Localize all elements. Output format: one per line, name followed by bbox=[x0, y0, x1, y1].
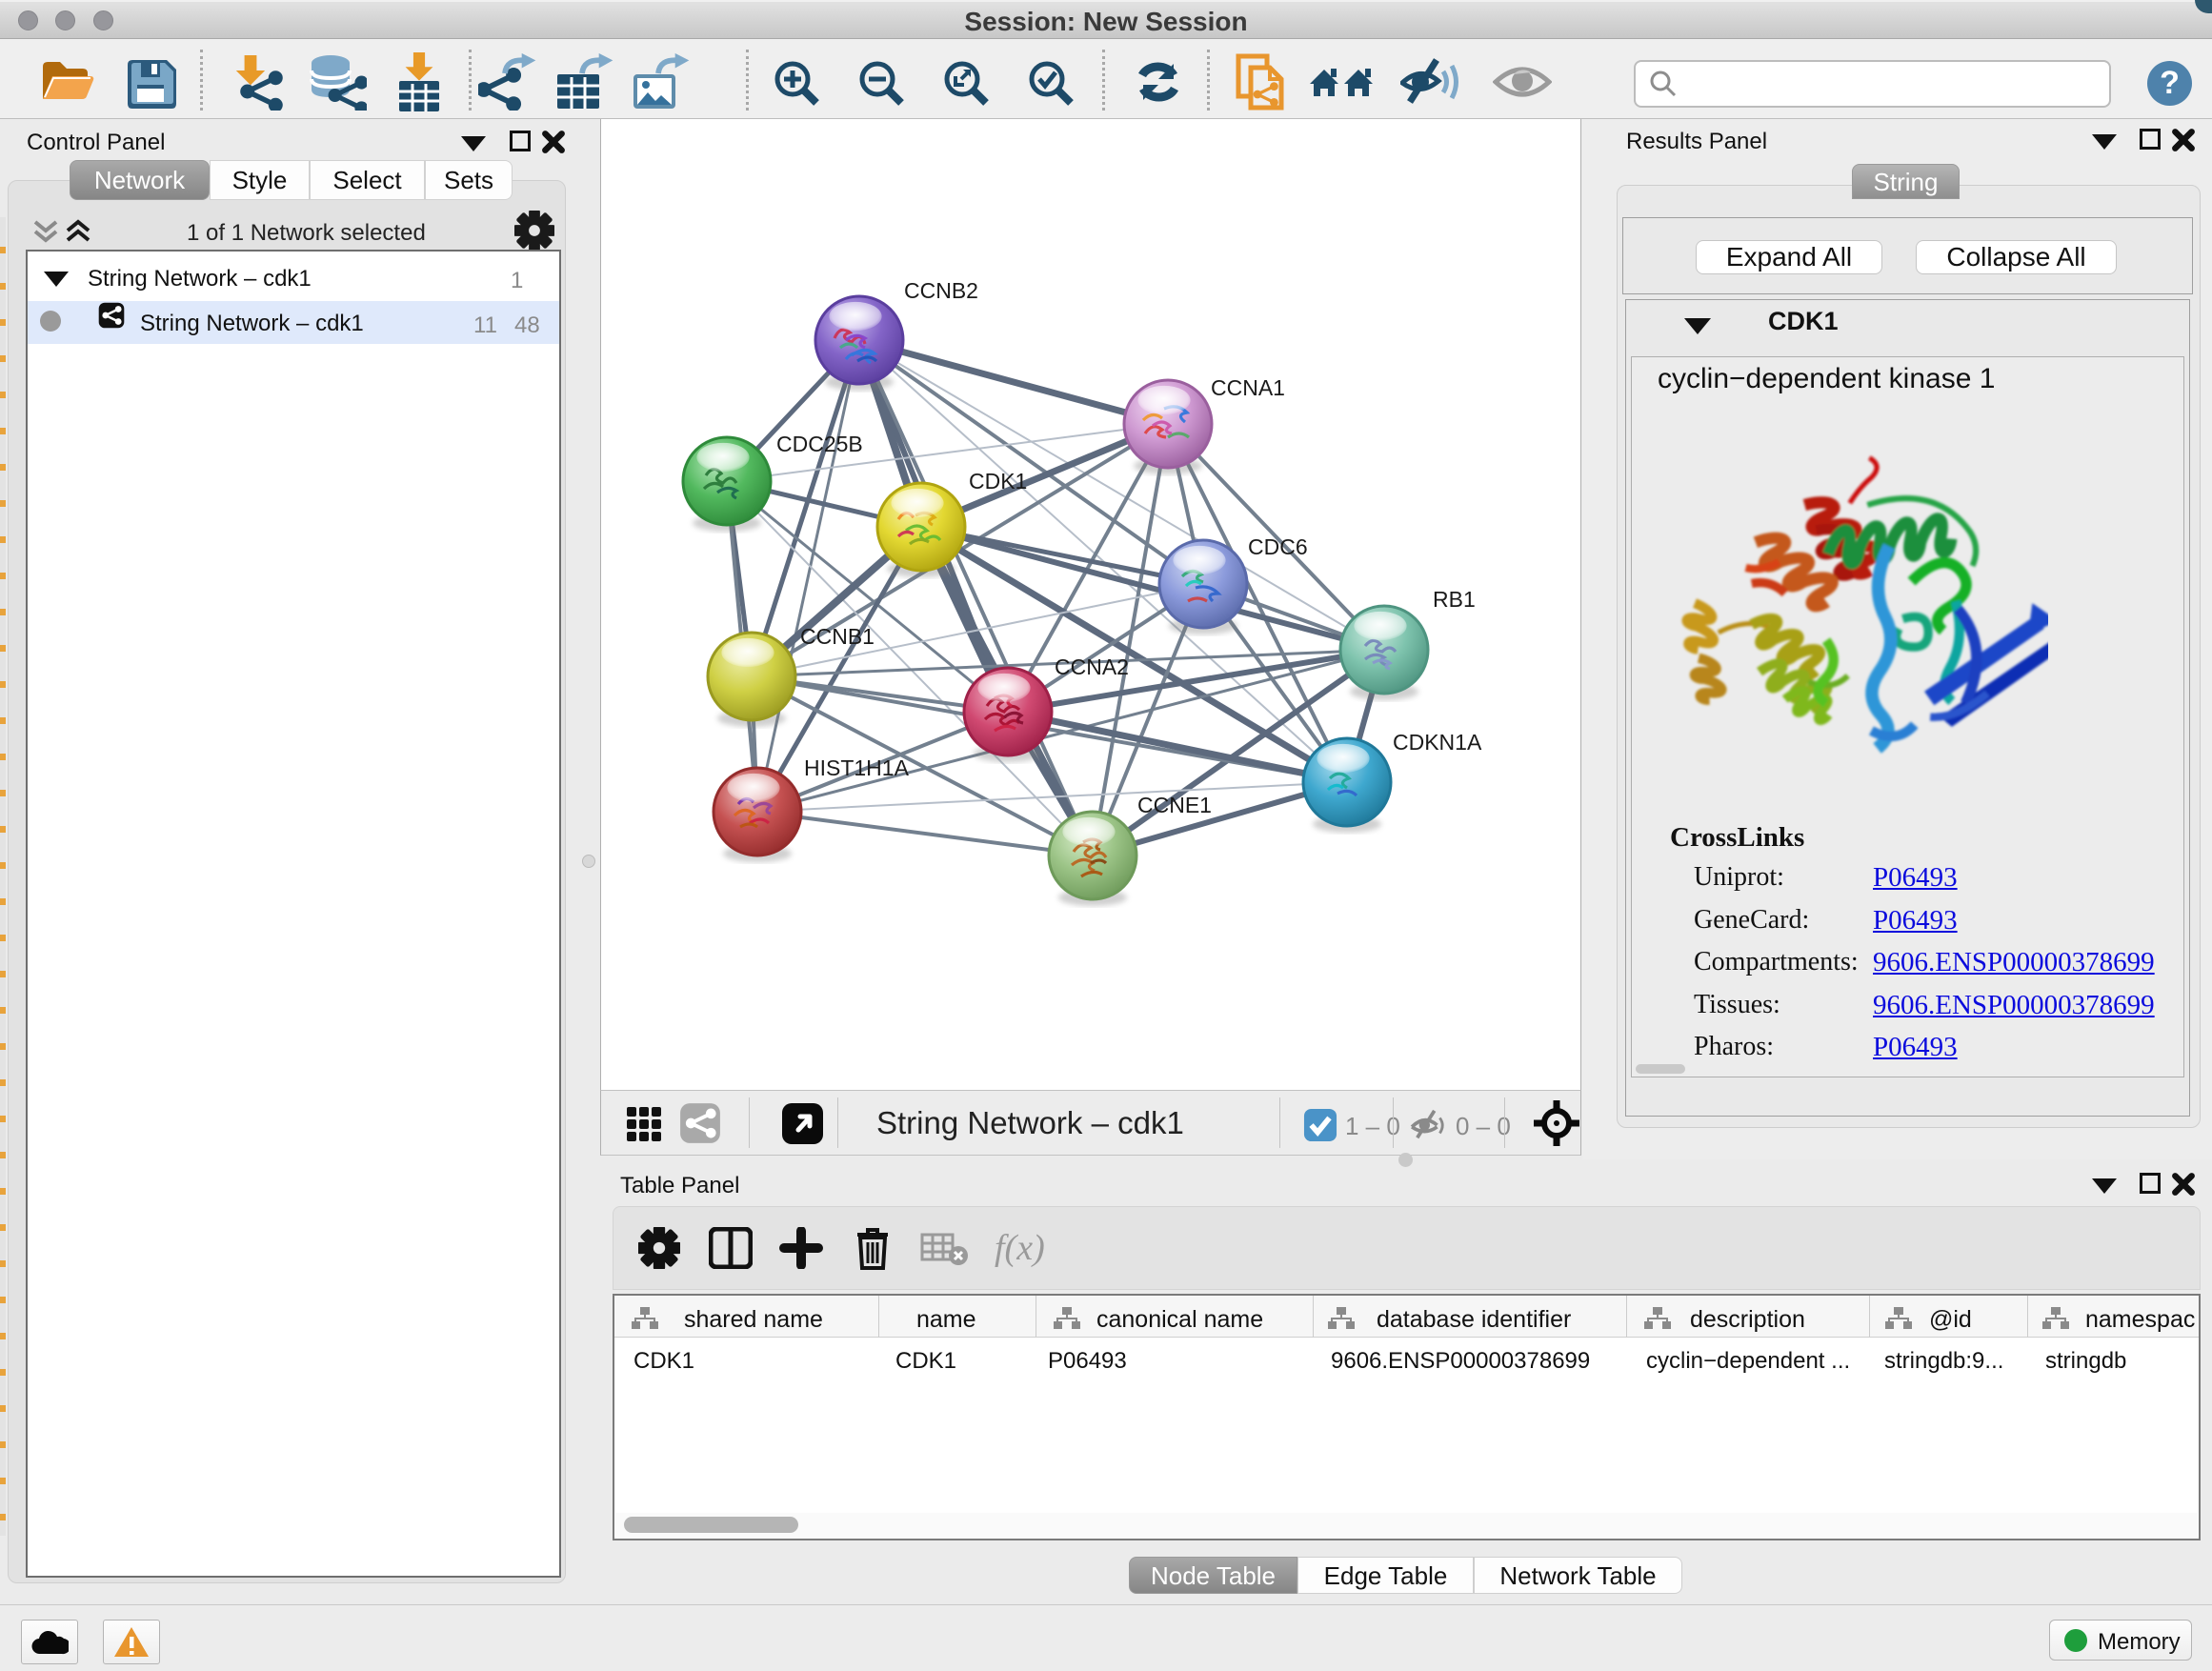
svg-text:CDK1: CDK1 bbox=[969, 469, 1027, 493]
svg-text:CCNE1: CCNE1 bbox=[1137, 793, 1212, 817]
svg-text:HIST1H1A: HIST1H1A bbox=[804, 755, 910, 780]
svg-text:CDKN1A: CDKN1A bbox=[1393, 730, 1482, 755]
svg-text:CDC25B: CDC25B bbox=[776, 432, 863, 456]
svg-text:CCNA2: CCNA2 bbox=[1055, 654, 1129, 679]
svg-text:CCNB1: CCNB1 bbox=[800, 624, 875, 649]
svg-text:CCNB2: CCNB2 bbox=[904, 278, 978, 303]
svg-text:CDC6: CDC6 bbox=[1248, 534, 1308, 559]
svg-text:CCNA1: CCNA1 bbox=[1211, 375, 1285, 400]
svg-text:RB1: RB1 bbox=[1433, 587, 1476, 612]
